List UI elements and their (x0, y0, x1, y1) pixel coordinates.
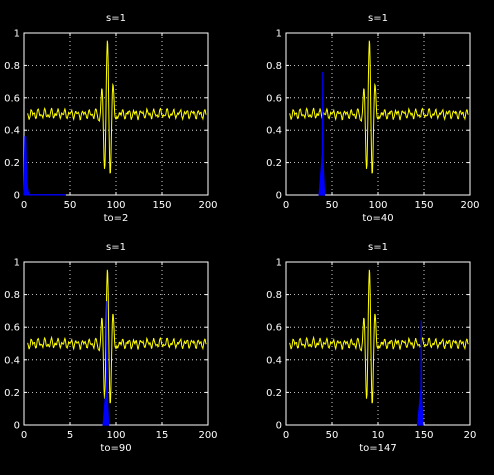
x-tick-label: 20 (464, 430, 477, 441)
y-tick-label: 1 (14, 258, 20, 269)
x-axis-label: to=147 (359, 443, 397, 454)
subplot-1: 0 50 100 150 200 0 0.2 0.4 0.6 0.8 1 s=1 to=2 (4, 13, 217, 224)
x-tick-label: 0 (283, 430, 289, 441)
subplot-4: 0 50 10 150 20 0 0.2 0.4 0.6 0.8 1 s=1 to=147 (266, 242, 476, 454)
x-tick-label: 100 (106, 200, 125, 211)
x-tick-label: 100 (106, 430, 125, 441)
y-tick-label: 0 (276, 191, 282, 202)
x-tick-label: 200 (198, 430, 217, 441)
x-tick-label: 200 (460, 200, 479, 211)
y-tick-label: 0.8 (4, 290, 20, 301)
y-tick-label: 1 (276, 29, 282, 40)
x-tick-label: 5 (67, 430, 73, 441)
x-tick-label: 10 (372, 430, 385, 441)
x-tick-label: 150 (152, 200, 171, 211)
x-tick-label: 50 (326, 430, 339, 441)
x-tick-label: 0 (21, 200, 27, 211)
y-tick-label: 0.4 (266, 126, 282, 137)
x-tick-label: 150 (414, 430, 433, 441)
signal-line (289, 269, 469, 404)
subplot-2: 0 50 100 150 200 0 0.2 0.4 0.6 0.8 1 s=1 to=40 (266, 13, 479, 224)
y-tick-label: 1 (276, 258, 282, 269)
y-tick-label: 0.8 (266, 61, 282, 72)
signal-line (27, 40, 207, 174)
subplot-title: s=1 (368, 13, 388, 24)
y-tick-label: 0 (14, 421, 20, 432)
subplot-title: s=1 (106, 242, 126, 253)
y-tick-label: 0.6 (266, 93, 282, 104)
y-tick-label: 0.4 (4, 355, 20, 366)
figure-canvas: 0 50 100 150 200 0 0.2 0.4 0.6 0.8 1 s=1 to=2 0 50 100 1… (0, 0, 494, 470)
y-tick-label: 0.2 (4, 388, 20, 399)
x-tick-label: 0 (21, 430, 27, 441)
subplot-title: s=1 (106, 13, 126, 24)
x-axis-label: to=90 (100, 443, 131, 454)
y-tick-label: 1 (14, 29, 20, 40)
signal-line (289, 40, 469, 174)
x-tick-label: 200 (198, 200, 217, 211)
x-tick-label: 0 (283, 200, 289, 211)
y-tick-label: 0.2 (266, 388, 282, 399)
x-tick-label: 100 (368, 200, 387, 211)
y-tick-label: 0 (14, 191, 20, 202)
window-function (318, 71, 326, 196)
x-tick-label: 50 (326, 200, 339, 211)
x-tick-label: 150 (414, 200, 433, 211)
y-tick-label: 0.6 (4, 323, 20, 334)
subplot-grid: 0 50 100 150 20000.20.40.60.81s=1to=20 50 100 1… (4, 13, 479, 454)
y-tick-label: 0.8 (266, 290, 282, 301)
x-tick-label: 50 (64, 200, 77, 211)
window-function (416, 320, 424, 426)
x-axis-label: to=40 (362, 213, 393, 224)
y-tick-label: 0.8 (4, 61, 20, 72)
subplot-title: s=1 (368, 242, 388, 253)
y-tick-label: 0 (276, 421, 282, 432)
y-tick-label: 0.2 (266, 158, 282, 169)
y-tick-label: 0.2 (4, 158, 20, 169)
signal-line (27, 269, 207, 404)
x-axis-label: to=2 (104, 213, 129, 224)
y-tick-label: 0.4 (4, 126, 20, 137)
subplot-3: 0 5 100 15 200 0 0.2 0.4 0.6 0.8 1 s=1 to=90 (4, 242, 217, 454)
y-tick-label: 0.6 (266, 323, 282, 334)
y-tick-label: 0.6 (4, 93, 20, 104)
y-tick-label: 0.4 (266, 355, 282, 366)
x-tick-label: 15 (156, 430, 169, 441)
window-function (23, 136, 66, 196)
